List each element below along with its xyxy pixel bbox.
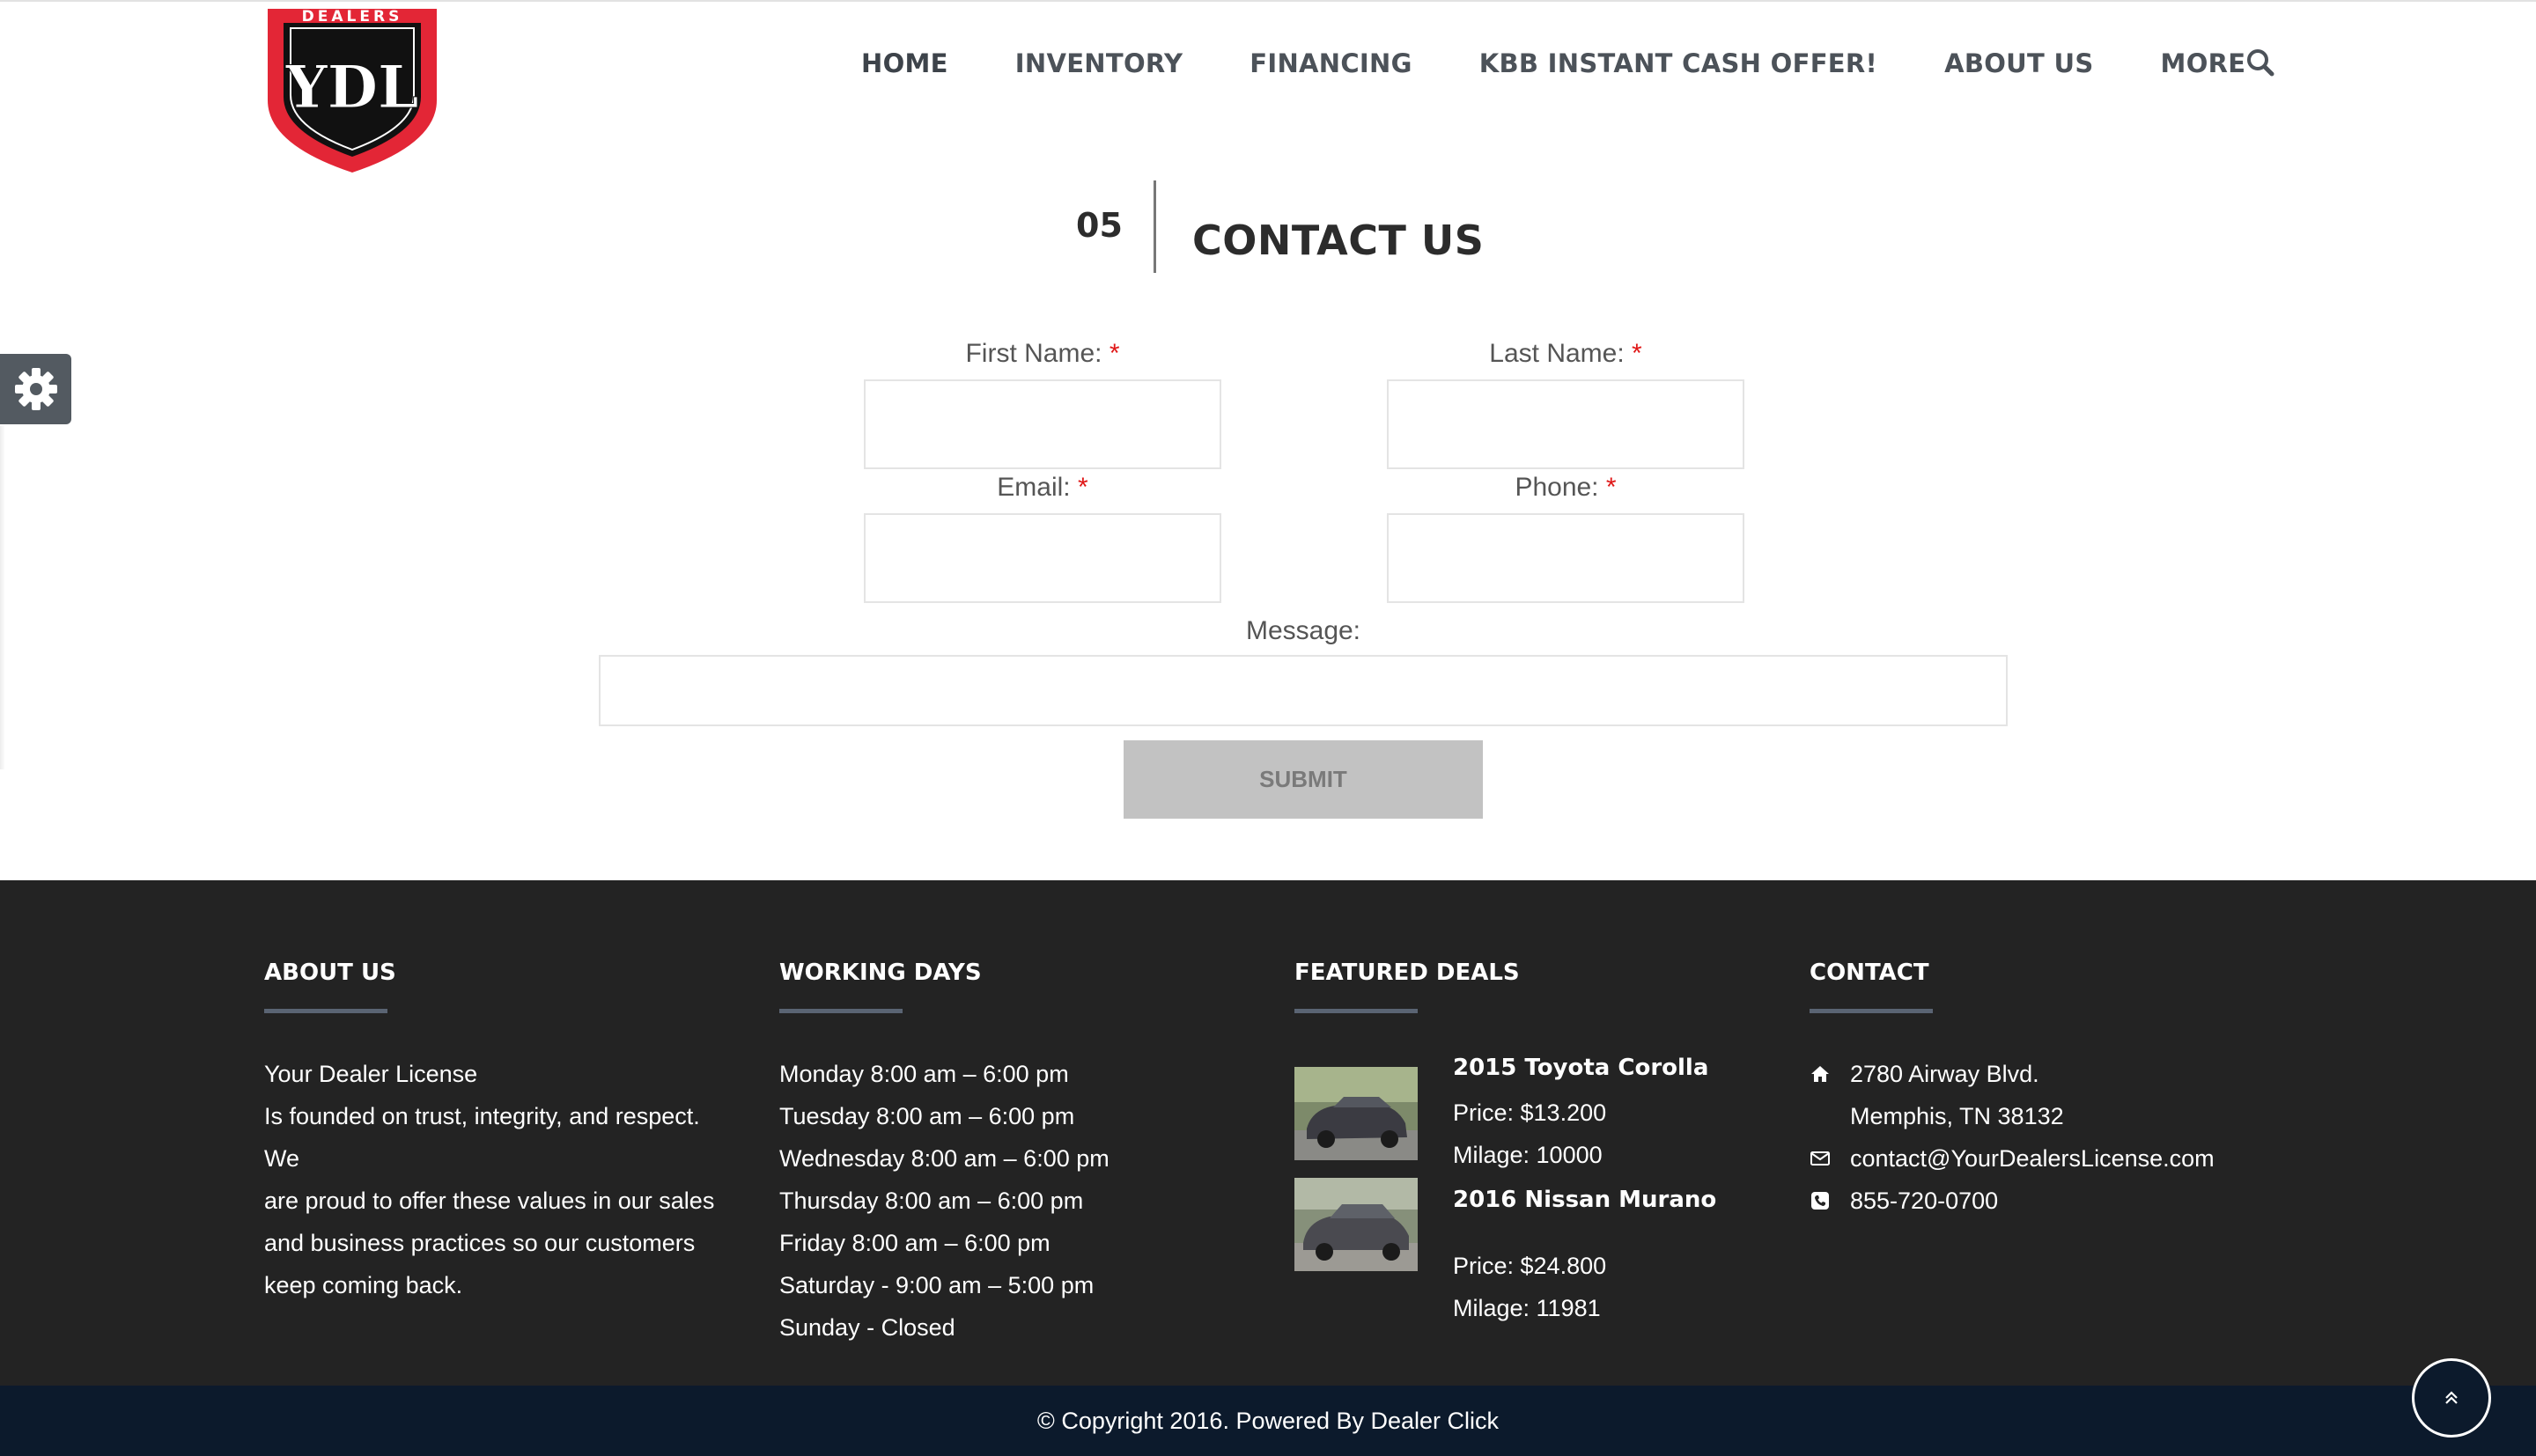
copyright-text: © Copyright 2016. Powered By Dealer Clic… xyxy=(1036,1407,1500,1434)
email-label: Email: * xyxy=(997,473,1088,502)
email-link[interactable]: contact@YourDealersLicense.com xyxy=(1850,1137,2215,1180)
footer-about-heading: ABOUT US xyxy=(264,960,396,986)
working-day-item: Friday 8:00 am – 6:00 pm xyxy=(779,1230,1051,1256)
phone-link[interactable]: 855-720-0700 xyxy=(1850,1180,1998,1222)
contact-phone[interactable]: 855-720-0700 xyxy=(1810,1180,1998,1222)
footer-contact-column: CONTACT xyxy=(1810,960,1933,1013)
contact-address: 2780 Airway Blvd. xyxy=(1810,1053,2039,1095)
footer-featured-column: FEATURED DEALS xyxy=(1294,960,1520,1013)
address-line: Memphis, TN 38132 xyxy=(1850,1103,2064,1129)
deal-title[interactable]: 2016 Nissan Murano xyxy=(1453,1187,1716,1213)
about-line: keep coming back. xyxy=(264,1272,463,1298)
nav-home[interactable]: HOME xyxy=(861,48,948,78)
nav-more[interactable]: MORE xyxy=(2161,48,2246,78)
working-day-item: Saturday - 9:00 am – 5:00 pm xyxy=(779,1272,1095,1298)
nav-kbb-cash-offer[interactable]: KBB INSTANT CASH OFFER! xyxy=(1479,48,1877,78)
phone-label: Phone: * xyxy=(1515,473,1617,502)
email-input[interactable] xyxy=(864,513,1221,603)
footer-about-text: Your Dealer License Is founded on trust,… xyxy=(264,1053,731,1306)
last-name-label: Last Name: * xyxy=(1489,339,1642,368)
deal-thumbnail-corolla[interactable] xyxy=(1294,1067,1418,1160)
phone-input[interactable] xyxy=(1387,513,1744,603)
section-number: 05 xyxy=(1076,206,1123,245)
first-name-input[interactable] xyxy=(864,379,1221,469)
logo-monogram: YDL xyxy=(285,53,419,121)
working-day-item: Monday 8:00 am – 6:00 pm xyxy=(779,1061,1069,1087)
envelope-icon xyxy=(1810,1151,1830,1166)
address-line: 2780 Airway Blvd. xyxy=(1850,1061,2039,1087)
footer-working-days-heading: WORKING DAYS xyxy=(779,960,982,986)
deal-milage: Milage: 10000 xyxy=(1453,1142,1603,1168)
contact-address-city: Memphis, TN 38132 xyxy=(1850,1095,2064,1137)
search-icon[interactable] xyxy=(2245,48,2275,77)
deal-thumbnail-murano[interactable] xyxy=(1294,1178,1418,1271)
deal-milage: Milage: 11981 xyxy=(1453,1295,1601,1321)
message-label: Message: xyxy=(1245,616,1361,645)
nav-about-us[interactable]: ABOUT US xyxy=(1944,48,2093,78)
first-name-label: First Name: * xyxy=(965,339,1120,368)
contact-email[interactable]: contact@YourDealersLicense.com xyxy=(1810,1137,2215,1180)
submit-button[interactable]: SUBMIT xyxy=(1124,740,1483,819)
working-day-item: Wednesday 8:00 am – 6:00 pm xyxy=(779,1145,1110,1172)
double-chevron-up-icon xyxy=(2445,1391,2458,1404)
logo-top-text: DEALERS xyxy=(302,8,403,26)
working-day-item: Tuesday 8:00 am – 6:00 pm xyxy=(779,1103,1075,1129)
heading-underline xyxy=(264,1009,387,1013)
nav-financing[interactable]: FINANCING xyxy=(1250,48,1412,78)
footer-working-days-column: WORKING DAYS xyxy=(779,960,982,1013)
heading-underline xyxy=(1294,1009,1418,1013)
message-textarea[interactable] xyxy=(599,655,2008,726)
working-day-item: Thursday 8:00 am – 6:00 pm xyxy=(779,1188,1084,1214)
last-name-input[interactable] xyxy=(1387,379,1744,469)
side-panel-edge xyxy=(0,426,5,769)
phone-icon xyxy=(1811,1192,1829,1210)
dealer-logo[interactable]: DEALERS YDL xyxy=(264,4,440,176)
gear-icon xyxy=(14,368,57,410)
back-to-top-button[interactable] xyxy=(2412,1358,2491,1438)
heading-underline xyxy=(779,1009,903,1013)
home-icon xyxy=(1811,1066,1829,1082)
settings-panel-toggle[interactable] xyxy=(0,354,71,424)
working-day-item: Sunday - Closed xyxy=(779,1314,955,1341)
deal-price: Price: $13.200 xyxy=(1453,1099,1607,1126)
footer-featured-heading: FEATURED DEALS xyxy=(1294,960,1520,986)
about-line: are proud to offer these values in our s… xyxy=(264,1188,715,1214)
about-line: Is founded on trust, integrity, and resp… xyxy=(264,1103,700,1172)
nav-inventory[interactable]: INVENTORY xyxy=(1015,48,1183,78)
working-days-list: Monday 8:00 am – 6:00 pm Tuesday 8:00 am… xyxy=(779,1053,1110,1349)
deal-title[interactable]: 2015 Toyota Corolla xyxy=(1453,1055,1708,1081)
page-title: CONTACT US xyxy=(1192,217,1485,264)
deal-price: Price: $24.800 xyxy=(1453,1253,1607,1279)
about-line: Your Dealer License xyxy=(264,1061,478,1087)
section-divider xyxy=(1154,180,1156,273)
top-border xyxy=(0,0,2536,2)
main-nav: HOME INVENTORY FINANCING KBB INSTANT CAS… xyxy=(861,40,2312,86)
footer-contact-heading: CONTACT xyxy=(1810,960,1929,986)
heading-underline xyxy=(1810,1009,1933,1013)
footer-about-column: ABOUT US xyxy=(264,960,396,1013)
about-line: and business practices so our customers xyxy=(264,1230,696,1256)
